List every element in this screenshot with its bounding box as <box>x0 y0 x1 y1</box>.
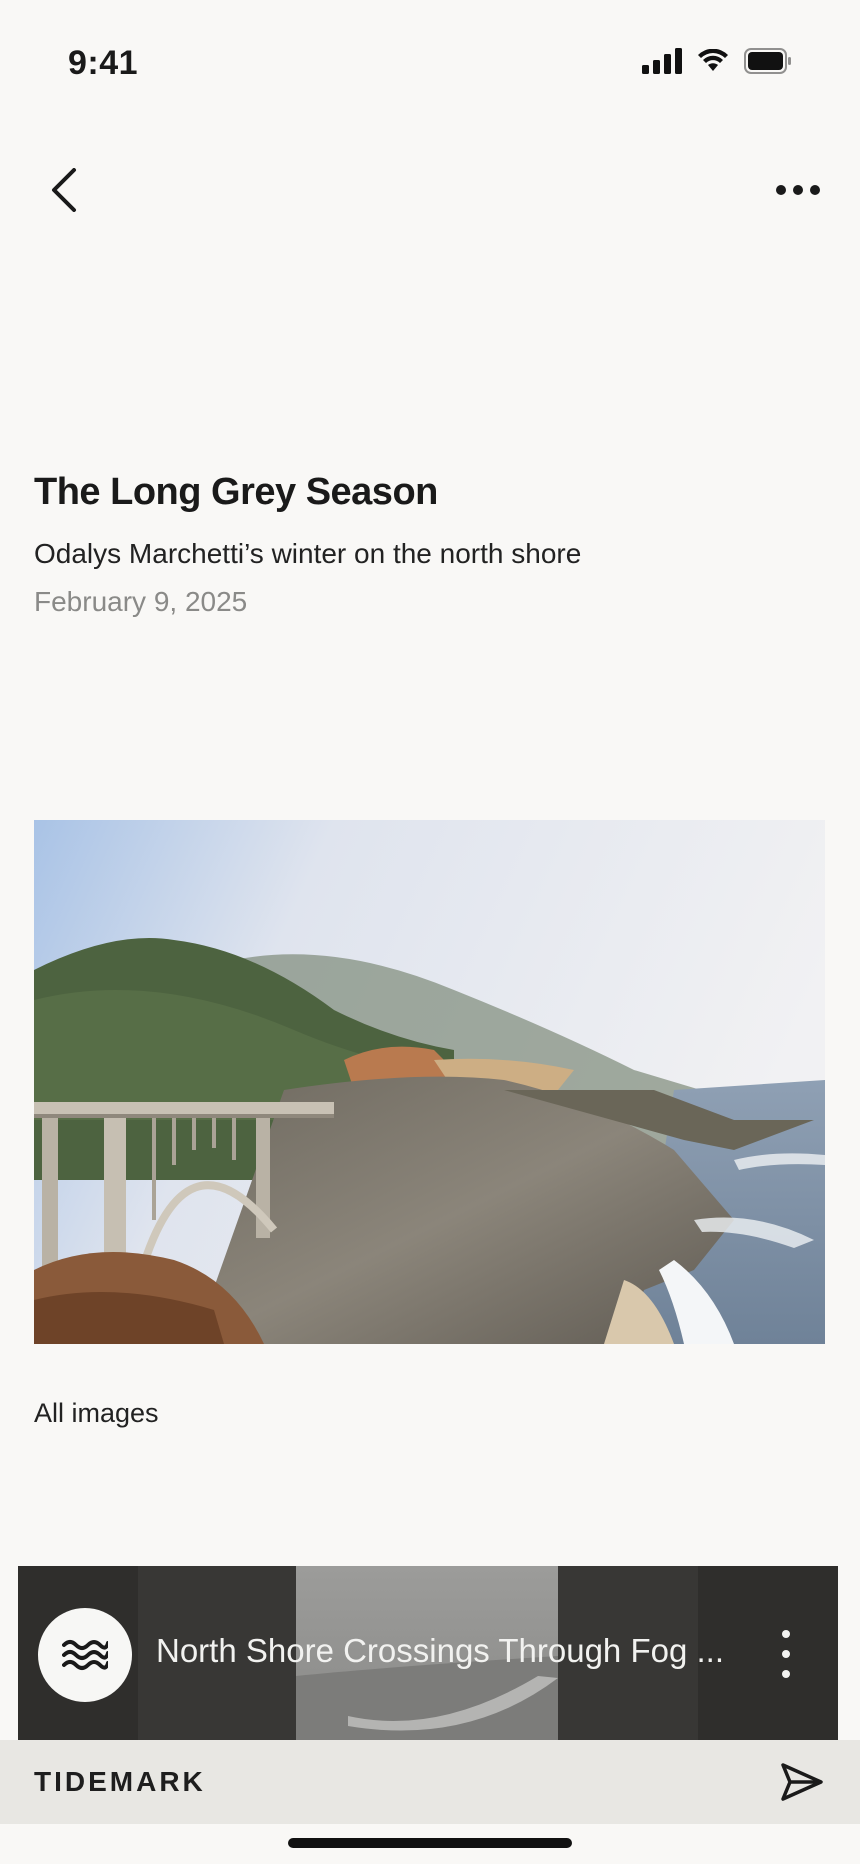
article-date: February 9, 2025 <box>34 586 248 617</box>
brand-name: TIDEMARK <box>34 1766 206 1797</box>
mini-player[interactable]: North Shore Crossings Through Fog ... <box>18 1566 838 1740</box>
vertical-ellipsis-icon <box>782 1630 790 1638</box>
article-subtitle: Odalys Marchetti’s winter on the north s… <box>34 538 582 569</box>
status-bar: 9:41 <box>0 0 860 120</box>
share-button[interactable] <box>774 1754 830 1810</box>
more-options-button[interactable] <box>770 164 826 216</box>
ellipsis-icon <box>776 185 820 195</box>
cellular-signal-icon <box>642 48 682 79</box>
home-indicator[interactable] <box>288 1838 572 1848</box>
status-icons <box>642 48 792 79</box>
menu-dot <box>782 1670 790 1678</box>
send-icon <box>781 1763 823 1801</box>
article-title: The Long Grey Season <box>34 471 438 513</box>
menu-dot <box>782 1650 790 1658</box>
footer-bar: TIDEMARK <box>0 1740 860 1824</box>
wifi-icon <box>698 48 728 78</box>
battery-icon <box>744 48 792 79</box>
player-menu-button[interactable] <box>774 1624 798 1684</box>
article-header: The Long Grey Season Odalys Marchetti’s … <box>34 466 824 622</box>
nav-bar <box>0 150 860 230</box>
player-title[interactable]: North Shore Crossings Through Fog ... <box>156 1632 746 1670</box>
all-images-link[interactable]: All images <box>34 1398 159 1429</box>
status-time: 9:41 <box>68 44 139 82</box>
back-button[interactable] <box>40 164 90 216</box>
tidemark-logo-button[interactable] <box>38 1608 132 1702</box>
chevron-left-icon <box>52 168 76 212</box>
hero-image[interactable] <box>34 820 825 1344</box>
waves-icon <box>62 1640 108 1670</box>
